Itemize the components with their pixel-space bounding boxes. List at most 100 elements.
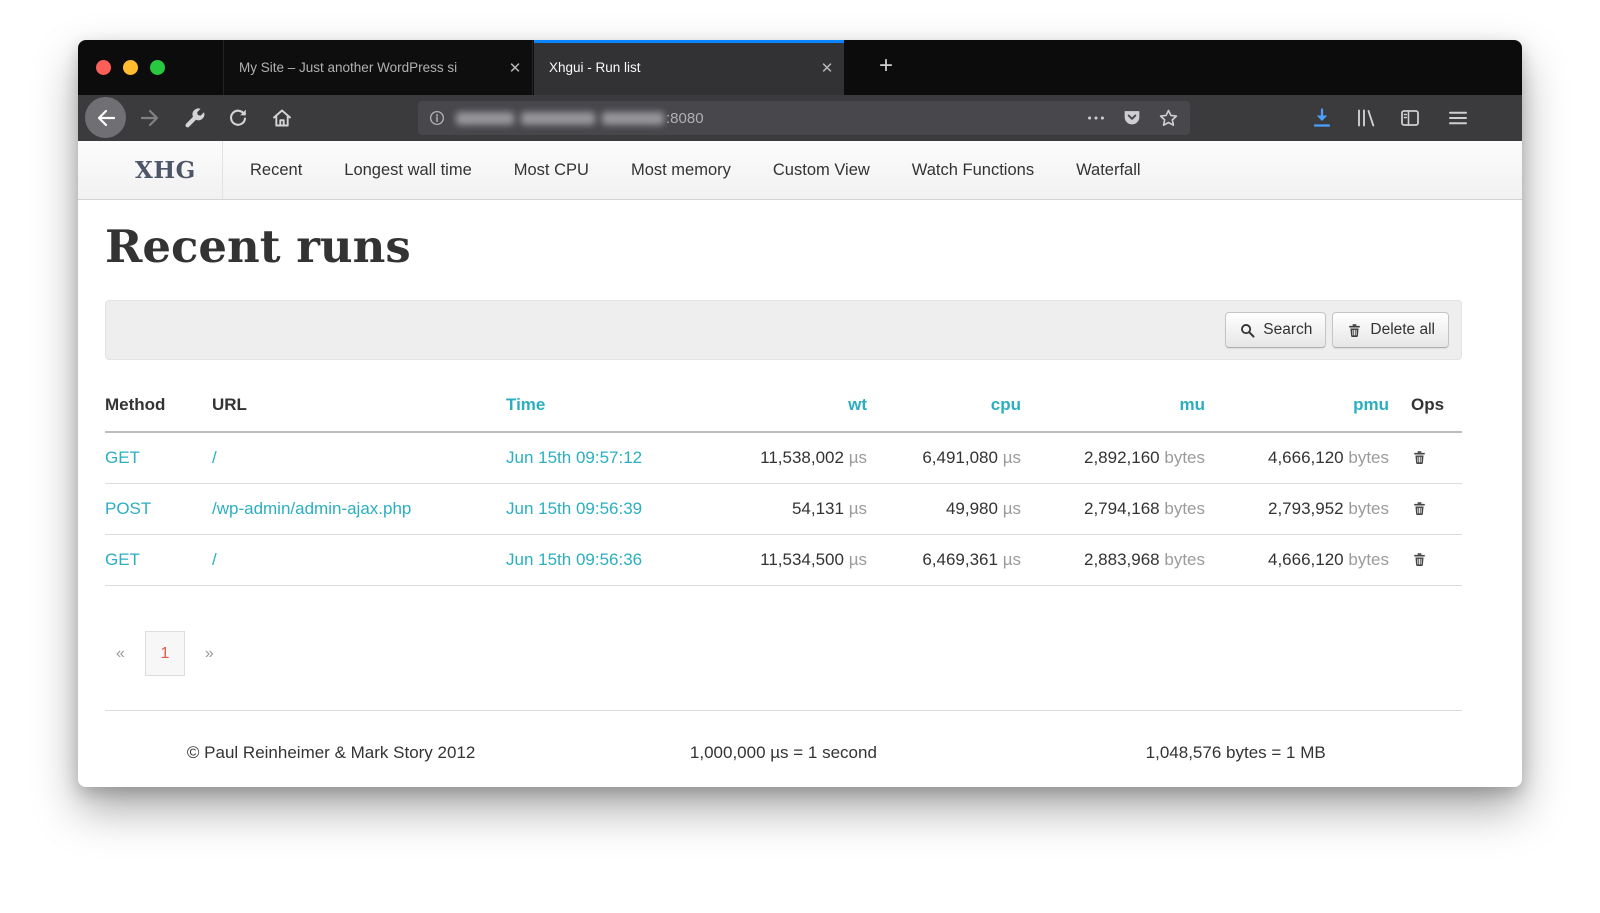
trash-icon [1411,448,1428,467]
developer-wrench-icon[interactable] [182,106,206,130]
url-bar[interactable]: :8080 [418,101,1190,135]
cpu-value: 6,469,361 [922,550,998,569]
pmu-value: 2,793,952 [1268,499,1344,518]
trash-icon [1411,550,1428,569]
mu-value: 2,883,968 [1084,550,1160,569]
trash-icon [1346,322,1363,339]
site-info-icon[interactable] [428,109,446,127]
col-header-time[interactable]: Time [506,378,731,432]
table-header-row: Method URL Time wt cpu mu pmu Ops [105,378,1462,432]
run-url-link[interactable]: / [212,448,217,467]
pagination-next[interactable]: » [194,645,225,663]
urlbar-actions [1085,107,1180,130]
table-row: POST /wp-admin/admin-ajax.php Jun 15th 0… [105,483,1462,534]
wt-unit: µs [849,448,867,467]
home-icon[interactable] [270,106,294,130]
pagination: « 1 » [105,631,225,676]
tab-title: My Site – Just another WordPress si [224,60,498,75]
run-method-link[interactable]: POST [105,499,151,518]
pmu-value: 4,666,120 [1268,550,1344,569]
close-window-button[interactable] [96,60,111,75]
nav-item-custom-view[interactable]: Custom View [752,161,891,180]
tab-my-site[interactable]: My Site – Just another WordPress si ✕ [223,40,533,95]
nav-links: Recent Longest wall time Most CPU Most m… [229,141,1162,199]
window-controls [96,60,165,75]
col-header-url: URL [212,378,506,432]
mu-unit: bytes [1164,448,1205,467]
footer-copyright: © Paul Reinheimer & Mark Story 2012 [105,743,557,763]
redacted-url [456,112,664,125]
run-time-link[interactable]: Jun 15th 09:56:39 [506,499,642,518]
col-header-cpu[interactable]: cpu [867,378,1021,432]
pagination-prev[interactable]: « [105,645,136,663]
forward-button[interactable] [138,106,162,130]
sidebar-toggle-icon[interactable] [1398,106,1422,130]
delete-run-button[interactable] [1389,432,1462,483]
nav-item-watch-functions[interactable]: Watch Functions [891,161,1055,180]
xhg-logo[interactable]: XHG [78,141,223,199]
footer-bytes-note: 1,048,576 bytes = 1 MB [1010,743,1462,763]
search-button[interactable]: Search [1225,312,1326,348]
nav-item-most-memory[interactable]: Most memory [610,161,752,180]
col-header-mu[interactable]: mu [1021,378,1205,432]
pmu-value: 4,666,120 [1268,448,1344,467]
downloads-icon[interactable] [1310,106,1334,130]
back-button[interactable] [85,97,126,138]
trash-icon [1411,499,1428,518]
browser-titlebar: My Site – Just another WordPress si ✕ Xh… [78,40,1522,95]
wt-unit: µs [849,499,867,518]
nav-item-longest-wall-time[interactable]: Longest wall time [323,161,492,180]
actions-bar: Search Delete all [105,300,1462,360]
run-url-link[interactable]: /wp-admin/admin-ajax.php [212,499,411,518]
run-time-link[interactable]: Jun 15th 09:57:12 [506,448,642,467]
pmu-unit: bytes [1348,499,1389,518]
page-content: XHG Recent Longest wall time Most CPU Mo… [78,141,1522,787]
zoom-window-button[interactable] [150,60,165,75]
wt-value: 54,131 [792,499,844,518]
delete-run-button[interactable] [1389,534,1462,585]
bookmark-star-icon[interactable] [1157,107,1180,130]
mu-value: 2,892,160 [1084,448,1160,467]
nav-item-recent[interactable]: Recent [229,161,323,180]
page-title: Recent runs [105,220,411,273]
cpu-unit: µs [1003,448,1021,467]
delete-run-button[interactable] [1389,483,1462,534]
run-url-link[interactable]: / [212,550,217,569]
pmu-unit: bytes [1348,448,1389,467]
close-tab-icon[interactable]: ✕ [498,59,532,77]
tab-xhgui-run-list[interactable]: Xhgui - Run list ✕ [534,40,844,95]
new-tab-button[interactable]: + [870,52,902,80]
pmu-unit: bytes [1348,550,1389,569]
col-header-pmu[interactable]: pmu [1205,378,1389,432]
nav-item-most-cpu[interactable]: Most CPU [493,161,610,180]
run-method-link[interactable]: GET [105,550,140,569]
close-tab-icon[interactable]: ✕ [810,59,844,77]
run-method-link[interactable]: GET [105,448,140,467]
cpu-unit: µs [1003,499,1021,518]
browser-toolbar: :8080 [78,95,1522,141]
pagination-page-1[interactable]: 1 [145,631,185,676]
col-header-wt[interactable]: wt [731,378,867,432]
reload-icon[interactable] [226,106,250,130]
library-icon[interactable] [1354,106,1378,130]
menu-hamburger-icon[interactable] [1446,106,1470,130]
wt-value: 11,534,500 [760,550,844,569]
page-footer: © Paul Reinheimer & Mark Story 2012 1,00… [105,710,1462,763]
delete-all-button[interactable]: Delete all [1332,312,1449,348]
nav-item-waterfall[interactable]: Waterfall [1055,161,1162,180]
table-row: GET / Jun 15th 09:56:36 11,534,500 µs 6,… [105,534,1462,585]
cpu-unit: µs [1003,550,1021,569]
table-row: GET / Jun 15th 09:57:12 11,538,002 µs 6,… [105,432,1462,483]
wt-value: 11,538,002 [760,448,844,467]
minimize-window-button[interactable] [123,60,138,75]
mu-unit: bytes [1164,550,1205,569]
pocket-icon[interactable] [1121,107,1143,129]
run-time-link[interactable]: Jun 15th 09:56:36 [506,550,642,569]
browser-window: My Site – Just another WordPress si ✕ Xh… [78,40,1522,787]
runs-table: Method URL Time wt cpu mu pmu Ops GET / [105,378,1462,586]
cpu-value: 49,980 [946,499,998,518]
page-actions-icon[interactable] [1085,107,1107,129]
active-tab-indicator [534,40,844,43]
col-header-method: Method [105,378,212,432]
wt-unit: µs [849,550,867,569]
